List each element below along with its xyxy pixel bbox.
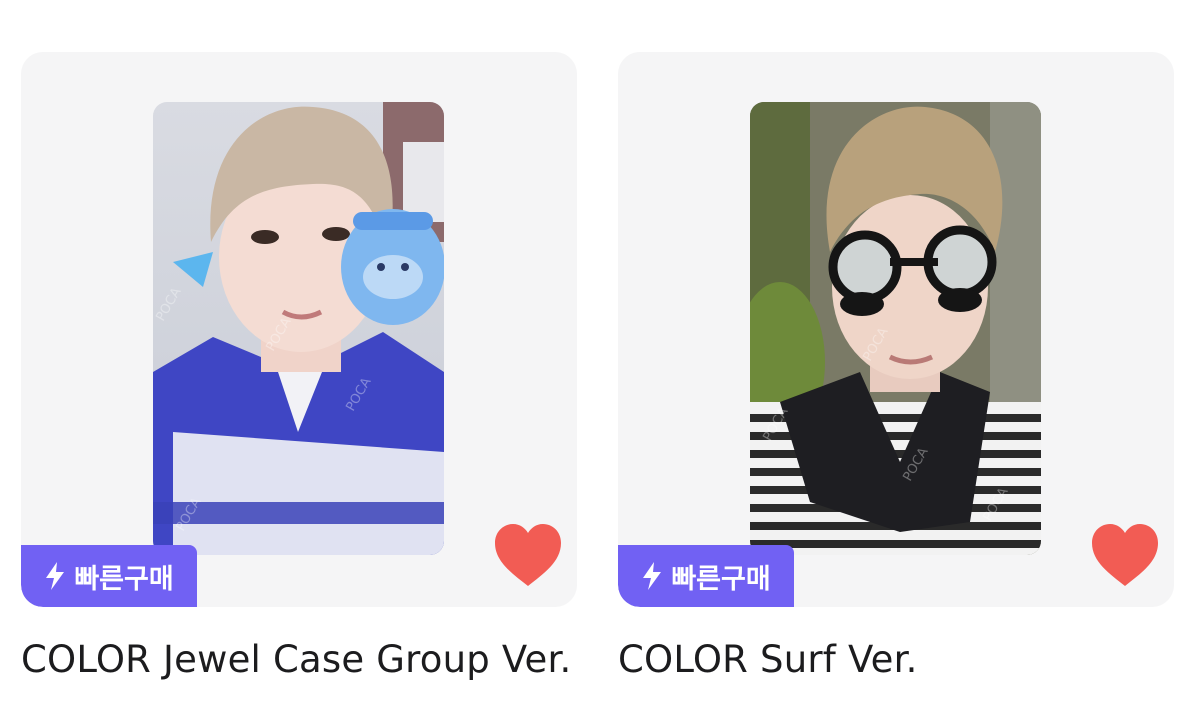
- lightning-bolt-icon: [643, 562, 662, 590]
- photocard-image[interactable]: POCA POCA POCA POCA: [750, 102, 1041, 555]
- quick-buy-badge: 빠른구매: [618, 545, 794, 607]
- heart-icon[interactable]: [1090, 522, 1160, 588]
- lightning-bolt-icon: [46, 562, 65, 590]
- product-grid: POCA POCA POCA POCA 빠른구매 COLOR Jewel Cas…: [0, 0, 1200, 713]
- quick-buy-label: 빠른구매: [74, 563, 174, 595]
- photocard-image[interactable]: POCA POCA POCA POCA: [153, 102, 444, 555]
- heart-icon[interactable]: [493, 522, 563, 588]
- quick-buy-badge: 빠른구매: [21, 545, 197, 607]
- product-card[interactable]: POCA POCA POCA POCA 빠른구매 COLOR Surf Ver.: [618, 52, 1174, 692]
- product-card[interactable]: POCA POCA POCA POCA 빠른구매 COLOR Jewel Cas…: [21, 52, 577, 692]
- product-title[interactable]: COLOR Surf Ver.: [618, 638, 1198, 681]
- product-title[interactable]: COLOR Jewel Case Group Ver.: [21, 638, 601, 681]
- quick-buy-label: 빠른구매: [671, 563, 771, 595]
